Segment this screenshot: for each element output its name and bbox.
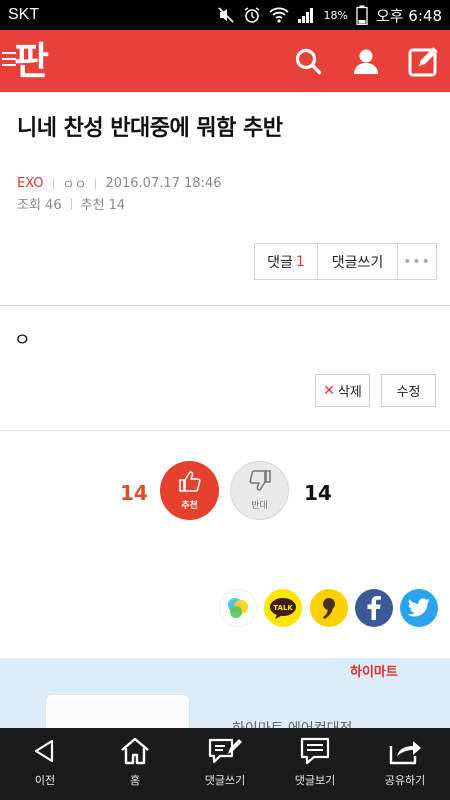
wifi-icon (269, 6, 290, 24)
nav-write-comment[interactable]: 댓글쓰기 (180, 728, 270, 800)
divider (0, 430, 450, 431)
post-content: ㅇ (14, 330, 31, 351)
write-icon[interactable] (408, 45, 440, 77)
write-comment-button[interactable]: 댓글쓰기 (318, 244, 398, 279)
user-icon[interactable] (350, 45, 382, 77)
ad-product-image (45, 694, 190, 728)
divider (95, 177, 97, 190)
ad-banner[interactable]: 하이마트 하이마트 에어컨대전 (0, 658, 450, 728)
home-icon (119, 736, 151, 766)
downvote-count: 14 (304, 481, 332, 505)
clock: 오후 6:48 (375, 6, 442, 25)
nav-back[interactable]: 이전 (0, 728, 90, 800)
thumbs-down-icon (248, 470, 272, 496)
nav-share[interactable]: 공유하기 (360, 728, 450, 800)
nav-back-label: 이전 (34, 774, 56, 787)
back-icon (30, 736, 60, 766)
nav-view-comments[interactable]: 댓글보기 (270, 728, 360, 800)
signal-icon (297, 6, 315, 24)
ad-brand: 하이마트 (350, 665, 398, 680)
upvote-button[interactable]: 추천 (160, 461, 219, 520)
delete-button[interactable]: ✕ 삭제 (315, 374, 370, 407)
twitter-icon[interactable] (400, 589, 438, 627)
app-header: 판 (0, 30, 450, 92)
comments-label: 댓글 (267, 254, 293, 271)
share-icon (388, 736, 422, 766)
mute-icon (217, 6, 235, 24)
pann-logo[interactable]: 판 (10, 34, 56, 86)
close-icon: ✕ (323, 382, 335, 399)
battery-percent: 18% (323, 8, 348, 22)
line-icon[interactable] (219, 589, 257, 627)
post-title: 니네 찬성 반대중에 뭐함 추반 (17, 116, 283, 141)
battery-icon (356, 5, 368, 25)
view-count: 조회 46 (17, 198, 62, 213)
nav-share-label: 공유하기 (384, 774, 426, 787)
downvote-label: 반대 (251, 501, 268, 511)
upvote-label: 추천 (181, 501, 198, 511)
view-comments-icon (299, 736, 331, 766)
comments-count: 1 (295, 253, 305, 270)
post-author: ㅇㅇ (62, 178, 87, 193)
post-date: 2016.07.17 18:46 (105, 176, 222, 191)
carrier-label: SKT (8, 6, 40, 23)
divider (0, 305, 450, 306)
ad-text: 하이마트 에어컨대전 (232, 718, 352, 728)
post-category[interactable]: EXO (17, 176, 44, 191)
post-meta: EXO ㅇㅇ 2016.07.17 18:46 (17, 174, 221, 193)
more-button[interactable]: ••• (398, 244, 436, 279)
bottom-nav: 이전 홈 댓글쓰기 댓글보기 공유하기 (0, 728, 450, 800)
svg-text:판: 판 (14, 39, 49, 83)
divider (70, 197, 72, 210)
upvote-count: 14 (120, 481, 148, 505)
kakaostory-icon[interactable] (310, 589, 348, 627)
divider (52, 177, 54, 190)
svg-text:TALK: TALK (273, 604, 293, 612)
nav-view-comments-label: 댓글보기 (294, 774, 336, 787)
kakaotalk-icon[interactable]: TALK (264, 589, 302, 627)
search-icon[interactable] (292, 45, 324, 77)
downvote-button[interactable]: 반대 (230, 461, 289, 520)
facebook-icon[interactable] (355, 589, 393, 627)
post-stats: 조회 46 추천 14 (17, 194, 125, 213)
comments-button[interactable]: 댓글 1 (255, 244, 318, 279)
comment-button-group: 댓글 1 댓글쓰기 ••• (254, 243, 437, 280)
status-bar: SKT 18% 오후 6:48 (0, 0, 450, 30)
thumbs-up-icon (178, 470, 202, 496)
recommend-count: 추천 14 (80, 198, 126, 213)
delete-label: 삭제 (337, 385, 362, 400)
nav-home-label: 홈 (129, 774, 141, 787)
edit-button[interactable]: 수정 (381, 374, 436, 407)
alarm-icon (243, 6, 261, 24)
write-comment-icon (208, 736, 242, 766)
nav-write-comment-label: 댓글쓰기 (204, 774, 246, 787)
nav-home[interactable]: 홈 (90, 728, 180, 800)
